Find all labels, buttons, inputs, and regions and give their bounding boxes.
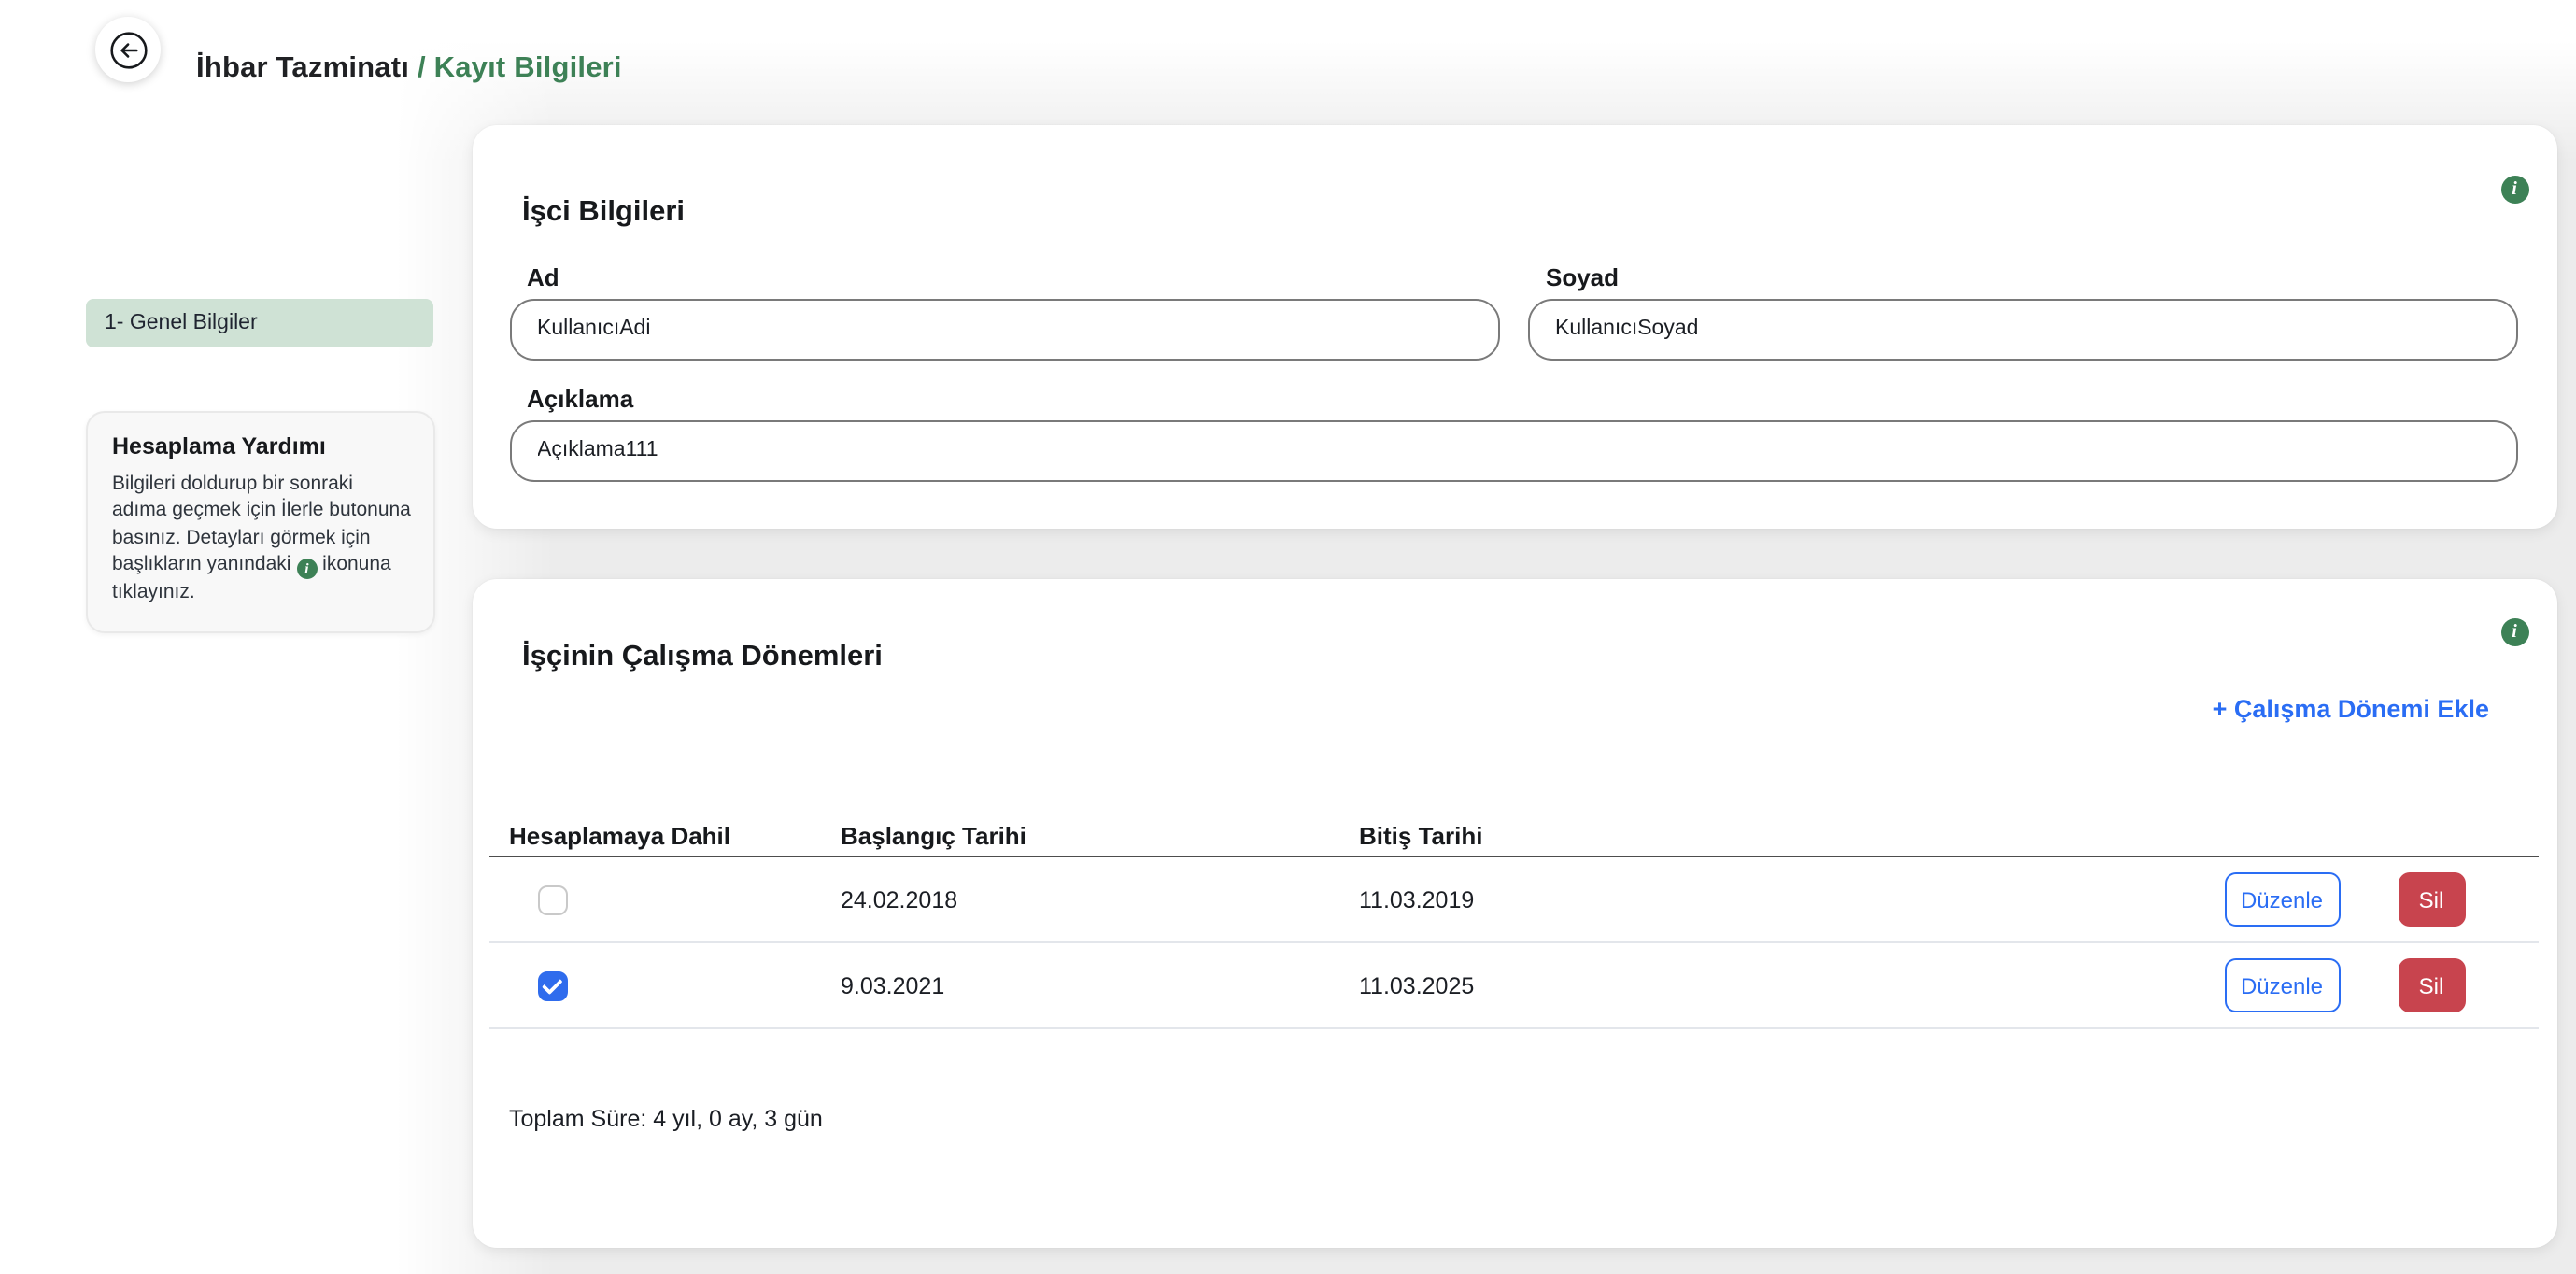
col-header-start-date: Başlangıç Tarihi: [841, 821, 1359, 849]
total-duration-text: Toplam Süre: 4 yıl, 0 ay, 3 gün: [509, 1106, 823, 1132]
sidebar-step-label: 1- Genel Bilgiler: [105, 312, 258, 334]
soyad-field[interactable]: [1527, 299, 2517, 360]
work-periods-info-icon[interactable]: i: [2500, 618, 2528, 646]
arrow-left-circle-icon: [107, 29, 149, 70]
aciklama-field[interactable]: [509, 420, 2517, 481]
end-date-cell: 11.03.2019: [1359, 886, 2224, 913]
page-title: İhbar Tazminatı / Kayıt Bilgileri: [196, 53, 622, 87]
breadcrumb-current: Kayıt Bilgileri: [434, 53, 622, 85]
included-checkbox[interactable]: [537, 885, 567, 914]
aciklama-label: Açıklama: [527, 384, 633, 412]
add-work-period-button[interactable]: + Çalışma Dönemi Ekle: [2213, 695, 2489, 723]
delete-button[interactable]: Sil: [2398, 872, 2465, 927]
start-date-cell: 24.02.2018: [841, 886, 1359, 913]
help-box-body: Bilgileri doldurup bir sonraki adıma geç…: [112, 471, 411, 607]
ad-field[interactable]: [509, 299, 1499, 360]
col-header-included: Hesaplamaya Dahil: [488, 821, 841, 849]
page-title-text: İhbar Tazminatı: [196, 53, 409, 85]
breadcrumb: / Kayıt Bilgileri: [418, 53, 622, 85]
col-header-end-date: Bitiş Tarihi: [1359, 821, 2538, 849]
worker-info-info-icon[interactable]: i: [2500, 175, 2528, 203]
table-row: 24.02.2018 11.03.2019 Düzenle Sil: [488, 857, 2538, 943]
delete-button[interactable]: Sil: [2398, 958, 2465, 1012]
table-header-row: Hesaplamaya Dahil Başlangıç Tarihi Bitiş…: [488, 814, 2538, 857]
soyad-label: Soyad: [1546, 262, 1619, 290]
help-box: Hesaplama Yardımı Bilgileri doldurup bir…: [86, 411, 435, 633]
info-icon: i: [296, 559, 317, 580]
table-row: 9.03.2021 11.03.2025 Düzenle Sil: [488, 943, 2538, 1029]
edit-button[interactable]: Düzenle: [2224, 958, 2340, 1012]
edit-button[interactable]: Düzenle: [2224, 872, 2340, 927]
help-box-title: Hesaplama Yardımı: [112, 433, 411, 460]
work-periods-card-title: İşçinin Çalışma Dönemleri: [522, 641, 883, 674]
sidebar-step-genel-bilgiler[interactable]: 1- Genel Bilgiler: [86, 299, 433, 347]
breadcrumb-separator: /: [418, 53, 426, 85]
work-periods-card: İşçinin Çalışma Dönemleri i + Çalışma Dö…: [472, 579, 2556, 1247]
included-checkbox[interactable]: [537, 970, 567, 1000]
start-date-cell: 9.03.2021: [841, 972, 1359, 998]
worker-info-card-title: İşci Bilgileri: [522, 197, 685, 231]
end-date-cell: 11.03.2025: [1359, 972, 2224, 998]
back-button[interactable]: [95, 17, 161, 82]
ad-label: Ad: [527, 262, 559, 290]
work-periods-table: Hesaplamaya Dahil Başlangıç Tarihi Bitiş…: [488, 814, 2538, 1029]
page: İhbar Tazminatı / Kayıt Bilgileri 1- Gen…: [0, 0, 2576, 1274]
worker-info-card: İşci Bilgileri i Ad Soyad Açıklama: [472, 124, 2556, 528]
